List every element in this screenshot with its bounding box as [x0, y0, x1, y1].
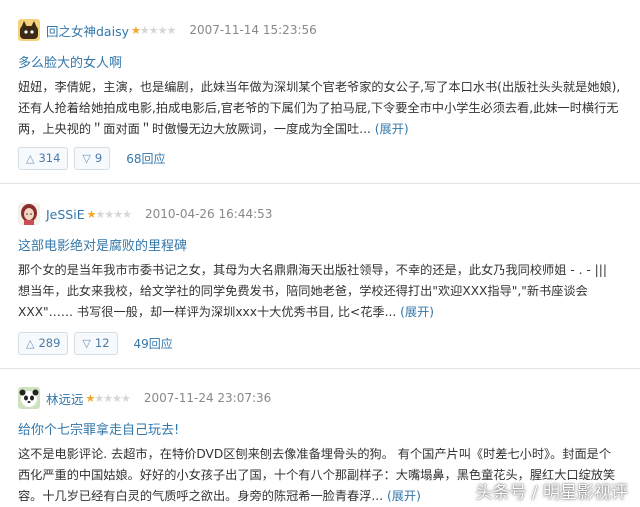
- replies-link[interactable]: 49回应: [134, 335, 173, 352]
- watermark: 头条号 / 明星影视评: [475, 483, 628, 503]
- cat-avatar-icon: [18, 19, 40, 41]
- review-author[interactable]: JeSSiE: [46, 207, 85, 222]
- review-divider: [0, 183, 640, 184]
- review-date: 2007-11-14 15:23:56: [189, 23, 317, 37]
- expand-link[interactable]: (展开): [400, 305, 434, 319]
- useful-button[interactable]: △ 314: [18, 146, 69, 170]
- rating-stars: ★★★★★: [130, 23, 176, 37]
- review-2-header: JeSSiE ★★★★★ 2010-04-26 16:44:53: [18, 202, 272, 226]
- rating-stars: ★★★★★: [86, 207, 132, 221]
- expand-link[interactable]: (展开): [387, 489, 421, 503]
- girl-avatar-icon: [18, 203, 40, 225]
- star-filled-icon: ★: [130, 23, 141, 37]
- review-body-text: 那个女的是当年我市市委书记之女，其母为大名鼎鼎海天出版社领导，不幸的还是，此女乃…: [18, 263, 607, 319]
- review-actions: △ 314 ▽ 9 68回应: [18, 146, 166, 170]
- review-author[interactable]: 林远远: [46, 389, 84, 408]
- review-title[interactable]: 多么脸大的女人啊: [18, 52, 122, 71]
- star-empty-icon: ★★★★: [94, 391, 130, 405]
- useful-button[interactable]: △ 289: [18, 331, 69, 355]
- useful-count: 314: [38, 151, 61, 165]
- useless-count: 9: [94, 151, 103, 165]
- useless-button[interactable]: ▽ 12: [74, 331, 118, 355]
- expand-link[interactable]: (展开): [375, 122, 409, 136]
- star-empty-icon: ★★★★: [139, 23, 176, 37]
- review-date: 2007-11-24 23:07:36: [143, 391, 272, 405]
- thumb-down-triangle-icon: ▽: [82, 151, 91, 165]
- useless-count: 12: [94, 336, 110, 350]
- avatar[interactable]: [18, 387, 40, 409]
- useful-count: 289: [38, 336, 61, 350]
- panda-avatar-icon: [18, 387, 40, 409]
- review-actions: △ 289 ▽ 12 49回应: [18, 331, 173, 355]
- review-author[interactable]: 回之女神daisy: [46, 21, 129, 40]
- avatar[interactable]: [18, 19, 40, 41]
- review-title[interactable]: 给你个七宗罪拿走自己玩去!: [18, 419, 179, 438]
- review-body: 妞妞，李倩妮，主演，也是编剧，此妹当年做为深圳某个官老爷家的女公子,写了本口水书…: [18, 77, 622, 140]
- review-1-header: 回之女神daisy ★★★★★ 2007-11-14 15:23:56: [18, 18, 317, 42]
- thumb-up-triangle-icon: △: [26, 336, 35, 350]
- avatar[interactable]: [18, 203, 40, 225]
- star-empty-icon: ★★★★: [95, 207, 132, 221]
- review-body: 那个女的是当年我市市委书记之女，其母为大名鼎鼎海天出版社领导，不幸的还是，此女乃…: [18, 260, 622, 323]
- review-divider: [0, 368, 640, 369]
- rating-stars: ★★★★★: [86, 391, 131, 405]
- review-title[interactable]: 这部电影绝对是腐败的里程碑: [18, 235, 187, 254]
- replies-link[interactable]: 68回应: [126, 150, 165, 167]
- review-body-text: 妞妞，李倩妮，主演，也是编剧，此妹当年做为深圳某个官老爷家的女公子,写了本口水书…: [18, 80, 621, 136]
- thumb-up-triangle-icon: △: [26, 151, 35, 165]
- star-filled-icon: ★: [86, 207, 97, 221]
- review-date: 2010-04-26 16:44:53: [144, 207, 273, 221]
- review-3-header: 林远远 ★★★★★ 2007-11-24 23:07:36: [18, 386, 271, 410]
- useless-button[interactable]: ▽ 9: [74, 146, 111, 170]
- thumb-down-triangle-icon: ▽: [82, 336, 91, 350]
